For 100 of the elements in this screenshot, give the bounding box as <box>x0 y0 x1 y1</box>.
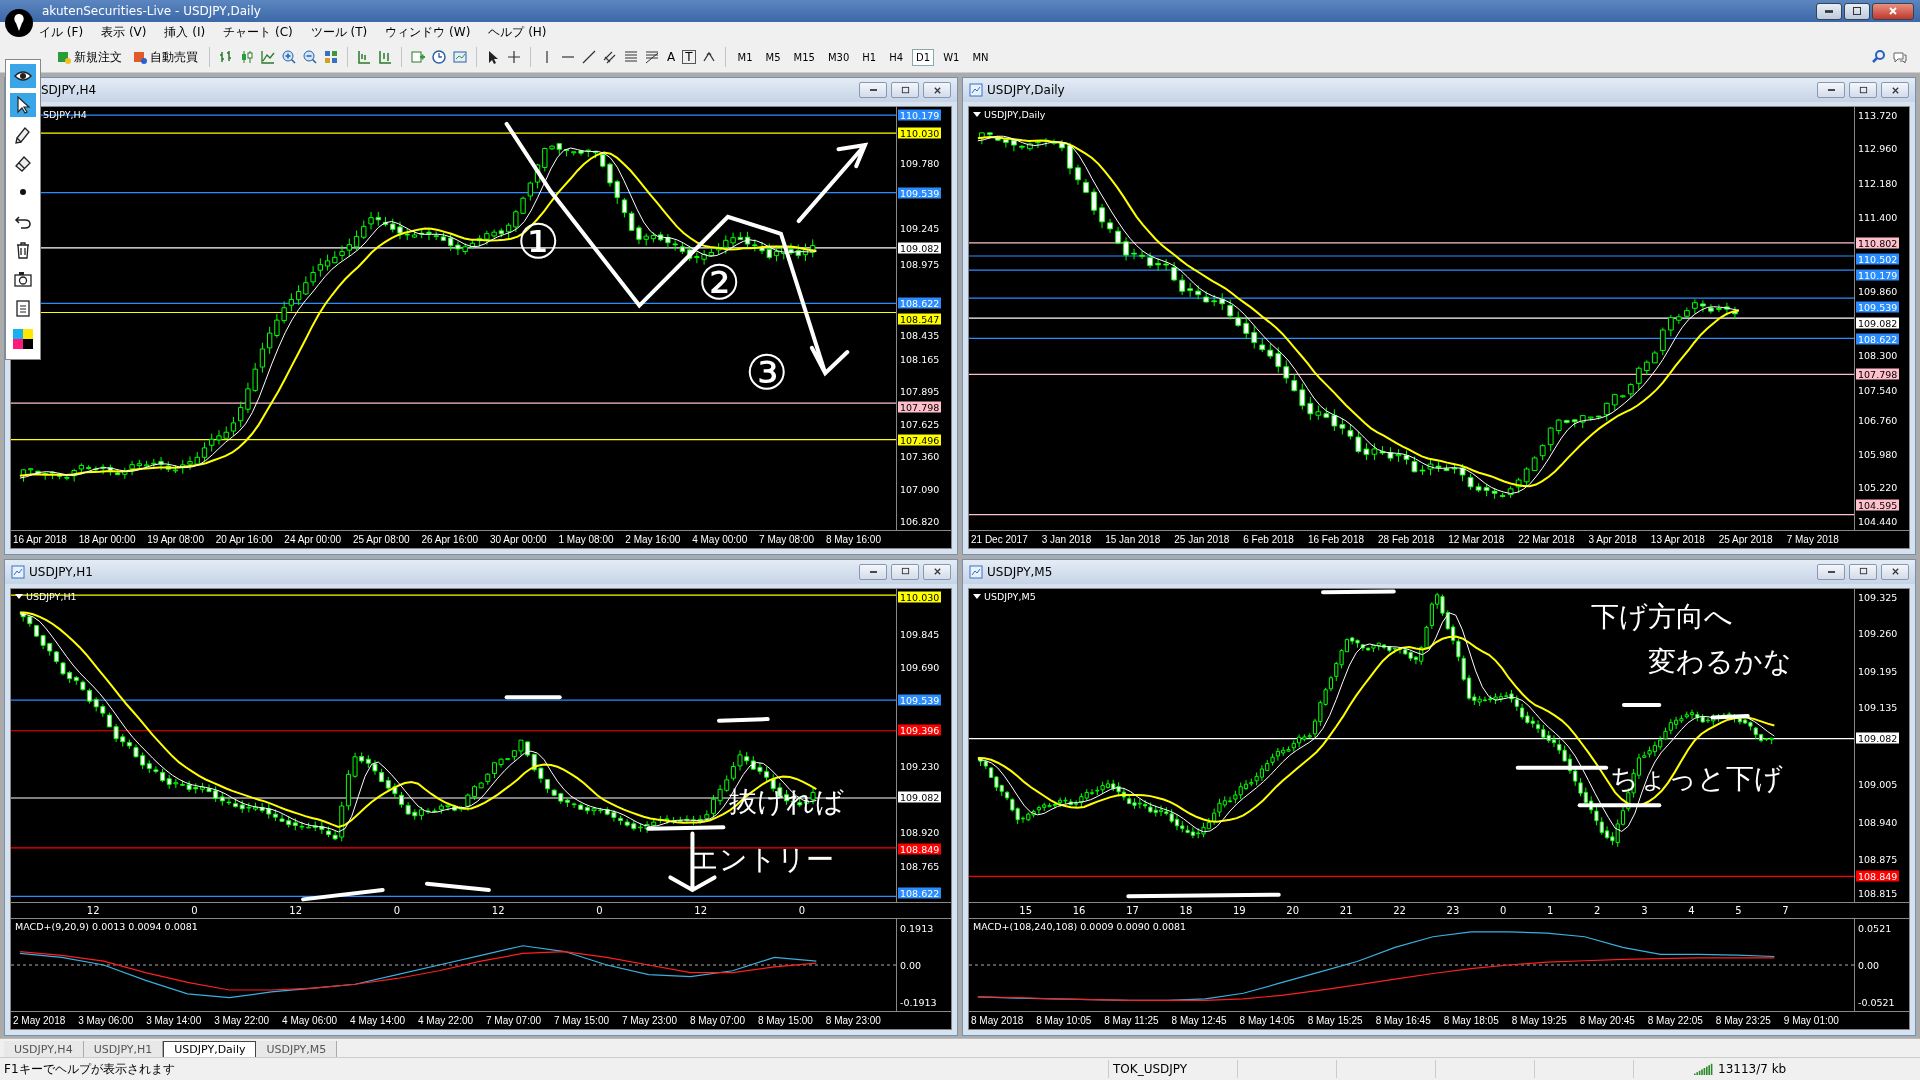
search-icon[interactable] <box>1871 49 1887 65</box>
minimize-button[interactable] <box>1817 563 1845 580</box>
hour-label: 0 <box>798 905 806 916</box>
time-label: 7 May 07:00 <box>486 1015 542 1026</box>
minimize-button[interactable] <box>1817 82 1845 98</box>
price-label: 108.815 <box>1857 887 1899 899</box>
time-label: 30 Apr 00:00 <box>489 533 547 545</box>
price-level-tag: 110.030 <box>898 127 942 139</box>
time-label: 7 May 08:00 <box>759 533 815 545</box>
minimize-button[interactable] <box>1816 2 1842 20</box>
status-traffic: 13113/7 kb <box>1717 1061 1788 1078</box>
maximize-button[interactable] <box>891 82 919 98</box>
time-label: 4 May 06:00 <box>282 1015 338 1026</box>
menu-item[interactable]: ツール (T) <box>301 23 377 41</box>
timeframe-button[interactable]: D1 <box>912 48 935 66</box>
price-label: 109.690 <box>899 661 941 673</box>
bar-chart-icon[interactable] <box>218 49 234 65</box>
indicator-label: MACD+(9,20,9) 0.0013 0.0094 0.0081 <box>15 921 198 932</box>
zoom-out-icon[interactable] <box>302 49 318 65</box>
crosshair-icon[interactable] <box>506 49 522 65</box>
price-level-tag: 110.502 <box>1856 253 1900 265</box>
close-button[interactable] <box>923 563 951 580</box>
dropdown-triangle-icon[interactable] <box>15 593 23 599</box>
close-button[interactable] <box>923 82 951 98</box>
tile-windows-icon[interactable] <box>323 49 339 65</box>
dropdown-triangle-icon[interactable] <box>973 593 981 599</box>
add-indicator-icon[interactable] <box>410 49 426 65</box>
text-tool[interactable]: A <box>665 50 678 64</box>
fibonacci-icon[interactable] <box>623 49 639 65</box>
timeframe-button[interactable]: M15 <box>789 48 819 66</box>
time-label: 28 Feb 2018 <box>1378 533 1435 545</box>
timeframe-button[interactable]: W1 <box>939 48 964 66</box>
menu-item[interactable]: 表示 (V) <box>92 23 156 41</box>
timeframe-button[interactable]: H4 <box>885 48 908 66</box>
timeframe-button[interactable]: M1 <box>733 48 757 66</box>
price-label: 108.165 <box>899 353 941 365</box>
candlestick-icon[interactable] <box>239 49 255 65</box>
close-button[interactable] <box>1881 563 1909 580</box>
maximize-button[interactable] <box>1844 2 1870 20</box>
timeframe-button[interactable]: MN <box>968 48 993 66</box>
price-level-tag: 110.179 <box>898 109 942 121</box>
chart-tab[interactable]: USDJPY,M5 <box>256 1041 338 1057</box>
price-label: 109.135 <box>1857 701 1899 713</box>
price-label: 108.975 <box>899 258 941 270</box>
minimize-button[interactable] <box>859 82 887 98</box>
auto-trading-button[interactable]: 自動売買 <box>130 46 201 68</box>
line-chart-icon[interactable] <box>260 49 276 65</box>
price-label: 104.440 <box>1857 516 1899 527</box>
price-label: 107.895 <box>899 385 941 397</box>
menu-item[interactable]: 挿入 (I) <box>155 23 215 41</box>
handwritten-note: ③ <box>745 345 789 399</box>
hour-label: 0 <box>393 905 401 916</box>
time-label: 8 May 15:00 <box>757 1015 813 1026</box>
price-label: 111.400 <box>1857 211 1899 223</box>
minimize-icon <box>1827 89 1835 91</box>
hour-label: 0 <box>1500 905 1507 916</box>
zoom-in-icon[interactable] <box>281 49 297 65</box>
close-icon <box>932 85 942 95</box>
channel-icon[interactable] <box>602 49 618 65</box>
timeframe-button[interactable]: H1 <box>858 48 881 66</box>
timeframe-button[interactable]: M5 <box>761 48 785 66</box>
price-label: 109.845 <box>899 628 941 640</box>
menu-item[interactable]: チャート (C) <box>214 23 302 41</box>
hour-label: 12 <box>289 905 303 916</box>
price-level-tag: 110.802 <box>1856 237 1900 249</box>
menu-item[interactable]: ヘルプ (H) <box>479 23 556 41</box>
fibonacci-fan-icon[interactable] <box>644 49 660 65</box>
menu-item[interactable]: イル (F) <box>30 23 93 41</box>
maximize-button[interactable] <box>891 563 919 580</box>
handwritten-stroke <box>1621 702 1662 707</box>
close-button[interactable] <box>1881 82 1909 98</box>
chat-icon[interactable] <box>1892 49 1908 65</box>
time-label: 25 Apr 08:00 <box>352 533 410 545</box>
menu-item[interactable]: ウィンドウ (W) <box>376 23 480 41</box>
price-label: 112.960 <box>1857 142 1899 154</box>
price-label: 106.820 <box>899 515 941 527</box>
chart-tab[interactable]: USDJPY,H1 <box>83 1041 164 1057</box>
time-label: 4 May 00:00 <box>692 533 748 545</box>
cursor-icon[interactable] <box>10 93 36 117</box>
chart-tab[interactable]: USDJPY,Daily <box>163 1041 257 1057</box>
hour-label: 0 <box>596 905 603 916</box>
time-label: 8 May 19:25 <box>1511 1015 1567 1026</box>
minimize-button[interactable] <box>859 563 887 580</box>
time-label: 18 Apr 00:00 <box>78 533 136 545</box>
timeframe-button[interactable]: M30 <box>823 48 854 66</box>
time-label: 8 May 11:25 <box>1104 1015 1159 1026</box>
maximize-button[interactable] <box>1849 82 1877 98</box>
dropdown-triangle-icon[interactable] <box>973 112 981 117</box>
chart-tab[interactable]: USDJPY,H4 <box>4 1041 84 1057</box>
price-label: 109.860 <box>1857 285 1899 297</box>
text-label-tool[interactable]: T <box>682 50 696 64</box>
new-order-button[interactable]: 新規注文 <box>54 46 125 68</box>
close-button[interactable] <box>1872 2 1914 20</box>
trend-line-icon[interactable] <box>581 49 597 65</box>
color-swatch-icon[interactable] <box>13 329 33 349</box>
maximize-button[interactable] <box>1849 563 1877 580</box>
clock-icon[interactable] <box>431 49 447 65</box>
eye-icon[interactable] <box>10 64 36 88</box>
maximize-icon <box>1852 6 1862 16</box>
time-label: 3 Apr 2018 <box>1588 533 1637 545</box>
